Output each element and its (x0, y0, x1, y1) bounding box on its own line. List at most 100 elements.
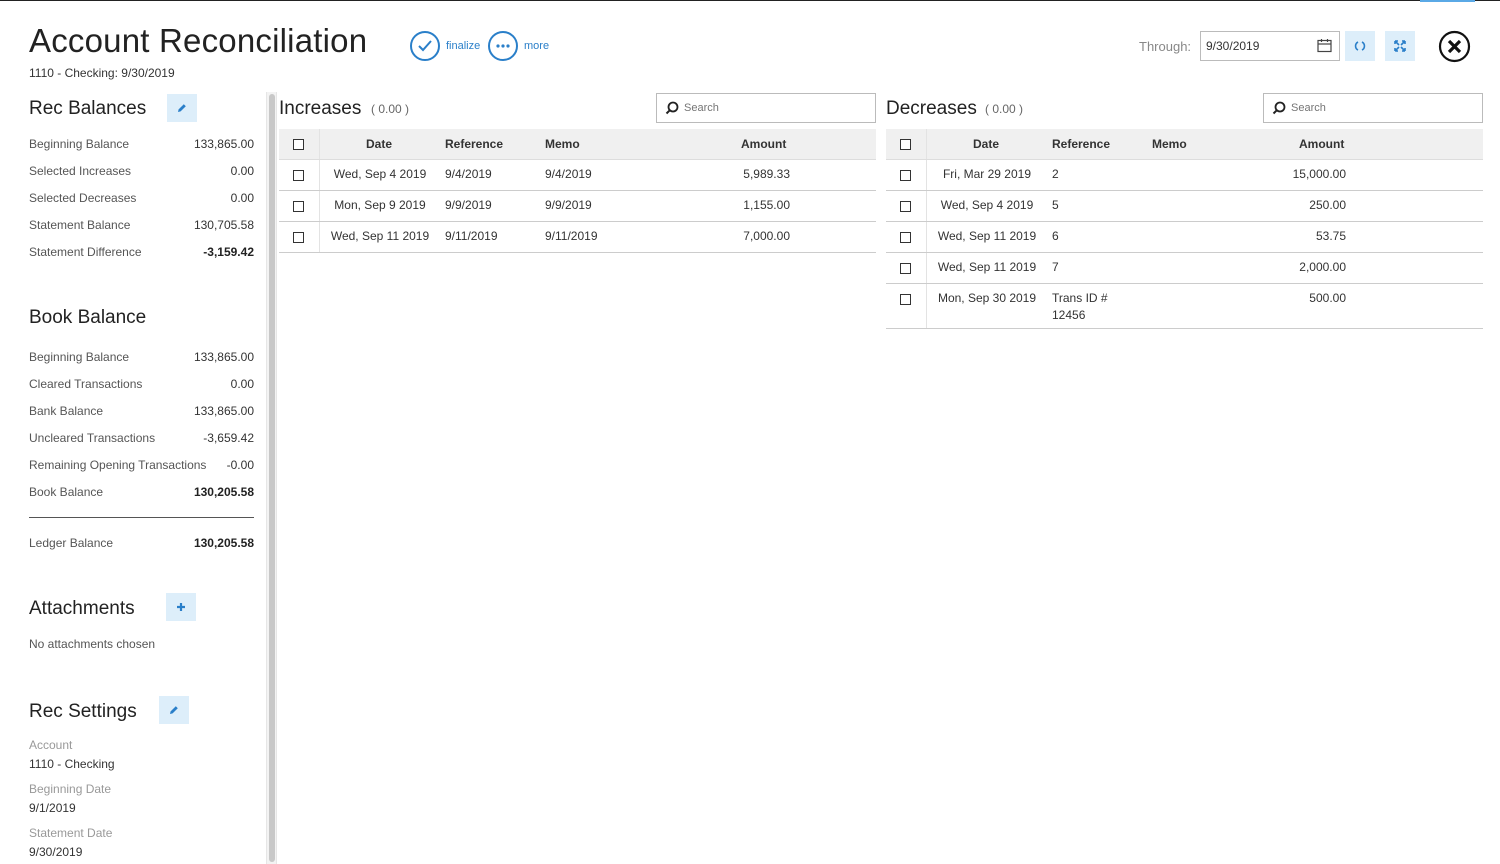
expand-button[interactable] (1385, 31, 1415, 61)
row-reference: 9/11/2019 (445, 229, 498, 243)
search-icon (1272, 101, 1286, 115)
row-date: Mon, Sep 30 2019 (937, 291, 1037, 305)
row-date: Wed, Sep 11 2019 (937, 260, 1037, 274)
decreases-total: ( 0.00 ) (985, 102, 1024, 116)
calendar-icon[interactable] (1317, 38, 1332, 53)
statement-date-value: 9/30/2019 (29, 845, 83, 859)
decreases-search[interactable] (1263, 93, 1483, 123)
column-separator (319, 129, 320, 159)
table-row[interactable]: Wed, Sep 11 2019 9/11/2019 9/11/2019 7,0… (279, 222, 876, 253)
rec-balance-row: Beginning Balance 133,865.00 (29, 137, 254, 151)
row-checkbox[interactable] (900, 170, 911, 181)
statement-date-label: Statement Date (29, 826, 113, 840)
row-checkbox[interactable] (900, 263, 911, 274)
beginning-date-label: Beginning Date (29, 782, 112, 796)
row-date: Wed, Sep 4 2019 (940, 198, 1034, 212)
row-date: Wed, Sep 11 2019 (330, 229, 430, 243)
refresh-button[interactable] (1345, 31, 1375, 61)
through-label: Through: (1139, 39, 1192, 54)
row-date: Wed, Sep 4 2019 (333, 167, 427, 181)
divider (29, 517, 254, 518)
rec-balance-row: Statement Balance 130,705.58 (29, 218, 254, 232)
decreases-grid-header: Date Reference Memo Amount (886, 129, 1483, 160)
plus-icon (177, 603, 185, 611)
column-header-amount[interactable]: Amount (741, 137, 786, 151)
top-accent (1420, 0, 1475, 2)
column-header-date[interactable]: Date (366, 137, 392, 151)
left-panel-scrollbar[interactable] (266, 92, 277, 864)
row-reference: 9/4/2019 (445, 167, 492, 181)
book-balance-row: Uncleared Transactions -3,659.42 (29, 431, 254, 445)
edit-rec-balances-button[interactable] (167, 94, 197, 122)
row-reference-continued: 12456 (1052, 308, 1086, 322)
table-row[interactable]: Wed, Sep 4 2019 9/4/2019 9/4/2019 5,989.… (279, 160, 876, 191)
row-amount: 500.00 (1309, 291, 1346, 305)
row-reference: 9/9/2019 (445, 198, 492, 212)
row-checkbox[interactable] (900, 232, 911, 243)
attachments-title: Attachments (29, 598, 135, 619)
search-icon (665, 101, 679, 115)
row-amount: 53.75 (1315, 229, 1346, 243)
more-button[interactable]: more (488, 31, 549, 61)
ledger-balance-row: Ledger Balance 130,205.58 (29, 536, 254, 550)
rec-settings-title: Rec Settings (29, 701, 137, 722)
refresh-icon (1354, 41, 1366, 51)
book-balance-total-row: Book Balance 130,205.58 (29, 485, 254, 499)
column-header-amount[interactable]: Amount (1299, 137, 1344, 151)
table-row[interactable]: Wed, Sep 11 2019 7 2,000.00 (886, 253, 1483, 284)
row-checkbox[interactable] (293, 170, 304, 181)
rec-balance-row: Selected Increases 0.00 (29, 164, 254, 178)
row-date: Fri, Mar 29 2019 (942, 167, 1032, 181)
row-checkbox[interactable] (900, 201, 911, 212)
decreases-grid: Date Reference Memo Amount Fri, Mar 29 2… (886, 129, 1483, 329)
close-icon[interactable] (1438, 30, 1471, 63)
book-balance-row: Beginning Balance 133,865.00 (29, 350, 254, 364)
finalize-button[interactable]: finalize (410, 31, 480, 61)
increases-select-all-checkbox[interactable] (293, 139, 304, 150)
row-checkbox[interactable] (293, 232, 304, 243)
row-amount: 1,155.00 (743, 198, 790, 212)
page-subtitle: 1110 - Checking: 9/30/2019 (29, 66, 175, 80)
pencil-icon (170, 706, 178, 714)
row-amount: 7,000.00 (743, 229, 790, 243)
statement-difference-row: Statement Difference -3,159.42 (29, 245, 254, 259)
column-header-date[interactable]: Date (973, 137, 999, 151)
row-reference: Trans ID # (1052, 291, 1108, 305)
decreases-search-input[interactable] (1291, 102, 1451, 114)
scrollbar-thumb[interactable] (269, 94, 275, 862)
decreases-select-all-checkbox[interactable] (900, 139, 911, 150)
row-reference: 2 (1052, 167, 1059, 181)
row-checkbox[interactable] (293, 201, 304, 212)
table-row[interactable]: Mon, Sep 30 2019 Trans ID # 12456 500.00 (886, 284, 1483, 329)
book-balance-row: Remaining Opening Transactions -0.00 (29, 458, 254, 472)
table-row[interactable]: Wed, Sep 4 2019 5 250.00 (886, 191, 1483, 222)
increases-grid-header: Date Reference Memo Amount (279, 129, 876, 160)
table-row[interactable]: Fri, Mar 29 2019 2 15,000.00 (886, 160, 1483, 191)
more-icon (488, 31, 518, 61)
increases-search[interactable] (656, 93, 876, 123)
no-attachments-text: No attachments chosen (29, 637, 156, 651)
row-checkbox[interactable] (900, 294, 911, 305)
increases-title: Increases (279, 98, 362, 119)
table-row[interactable]: Wed, Sep 11 2019 6 53.75 (886, 222, 1483, 253)
row-amount: 2,000.00 (1299, 260, 1346, 274)
table-row[interactable]: Mon, Sep 9 2019 9/9/2019 9/9/2019 1,155.… (279, 191, 876, 222)
column-header-memo[interactable]: Memo (1152, 137, 1187, 151)
column-header-memo[interactable]: Memo (545, 137, 580, 151)
expand-icon (1394, 40, 1406, 52)
left-panel: Rec Balances Beginning Balance 133,865.00… (0, 90, 264, 864)
account-value: 1110 - Checking (29, 757, 115, 771)
edit-rec-settings-button[interactable] (159, 696, 189, 724)
increases-grid: Date Reference Memo Amount Wed, Sep 4 20… (279, 129, 876, 253)
row-reference: 7 (1052, 260, 1059, 274)
column-header-reference[interactable]: Reference (445, 137, 503, 151)
row-memo: 9/11/2019 (545, 229, 598, 243)
add-attachment-button[interactable] (166, 593, 196, 621)
book-balance-row: Bank Balance 133,865.00 (29, 404, 254, 418)
pencil-icon (178, 104, 186, 112)
increases-search-input[interactable] (684, 102, 844, 114)
more-label: more (524, 40, 550, 52)
column-header-reference[interactable]: Reference (1052, 137, 1110, 151)
rec-balance-row: Selected Decreases 0.00 (29, 191, 254, 205)
row-date: Wed, Sep 11 2019 (937, 229, 1037, 243)
